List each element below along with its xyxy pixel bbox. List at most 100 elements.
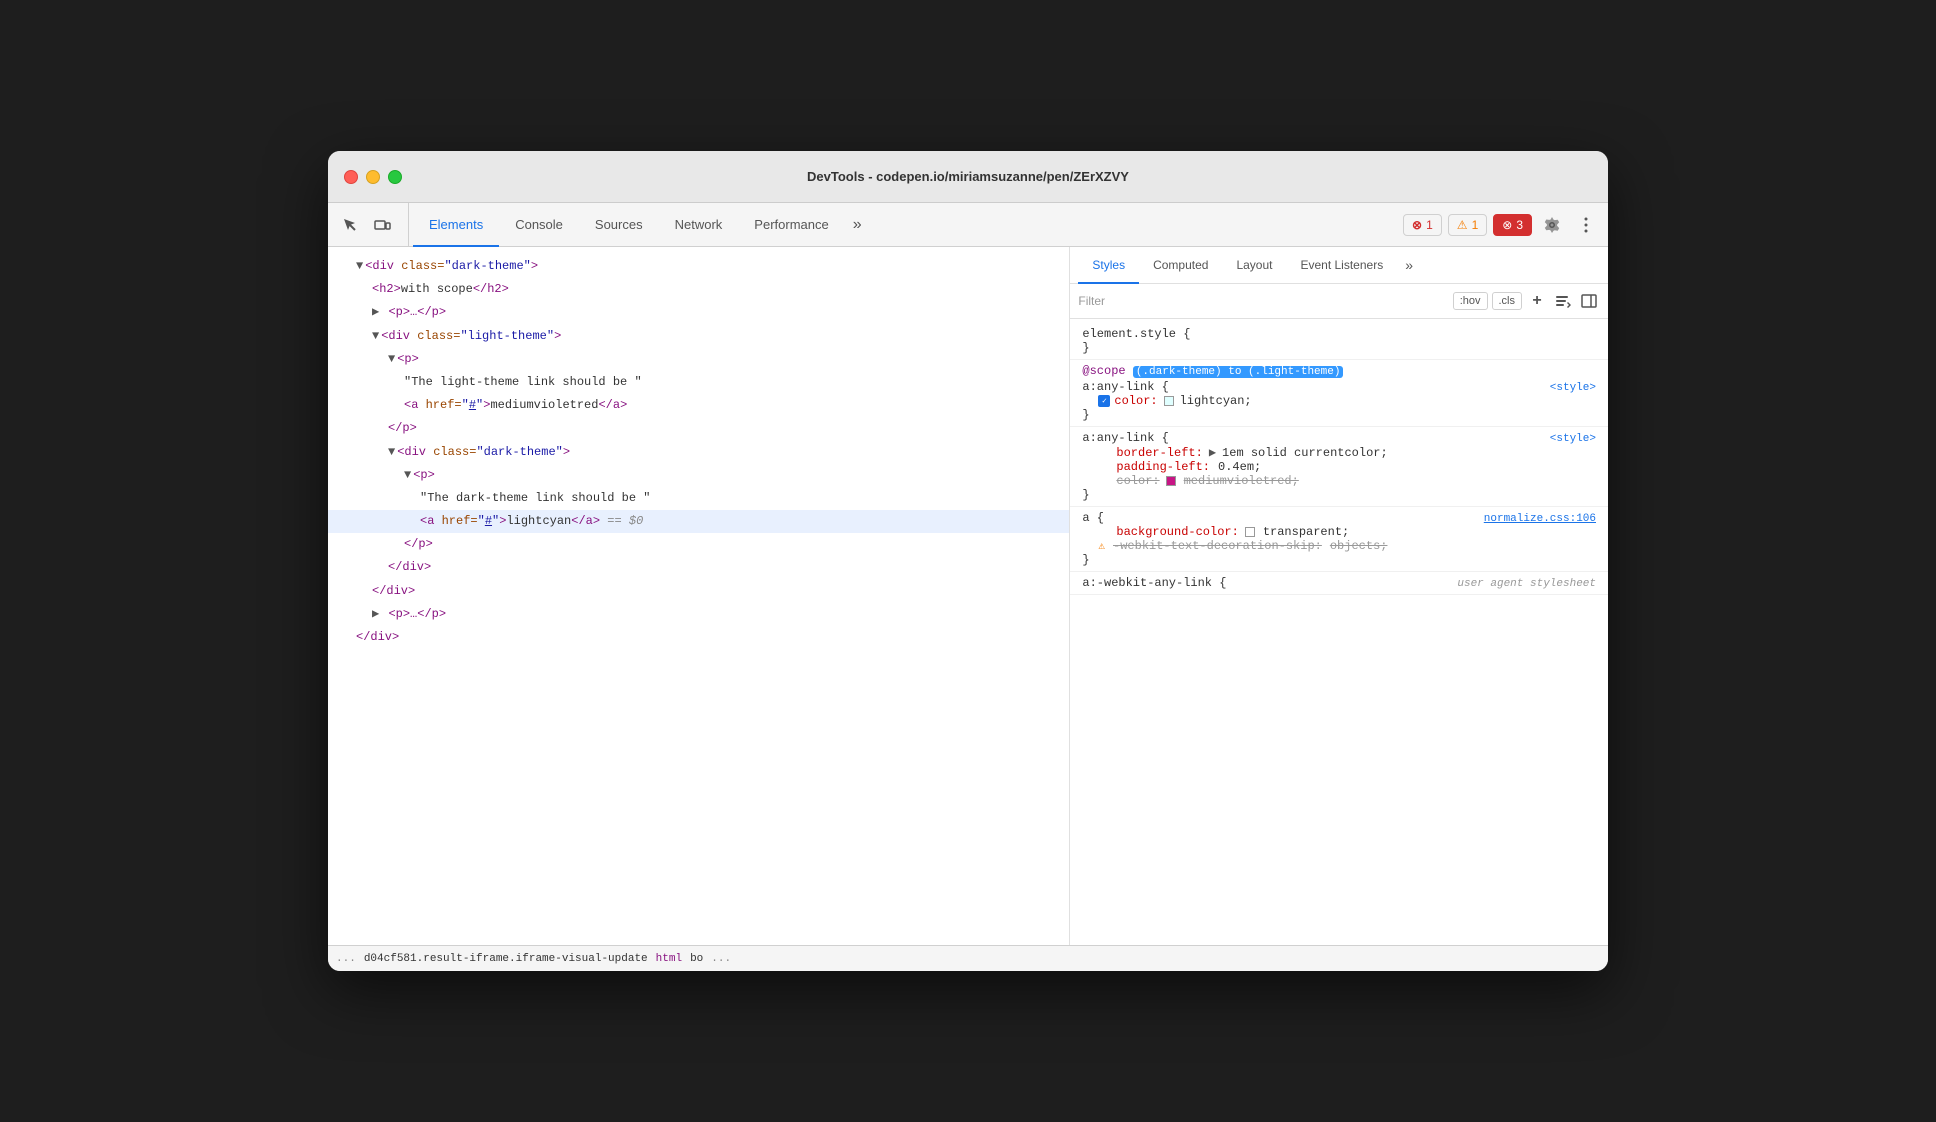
- warn-icon: ⚠: [1098, 539, 1105, 553]
- dom-line: </div>: [328, 626, 1069, 649]
- toolbar-icon-group: [336, 203, 409, 246]
- css-block-any-link: a:any-link { <style> border-left: ▶ 1em …: [1070, 427, 1608, 507]
- property-checkbox[interactable]: ✓: [1098, 395, 1110, 407]
- bottom-bar: ... d04cf581.result-iframe.iframe-visual…: [328, 945, 1608, 971]
- triangle-icon[interactable]: ▼: [372, 327, 379, 346]
- main-tabs: Elements Console Sources Network Perform…: [413, 203, 870, 246]
- filter-buttons: :hov .cls +: [1453, 290, 1600, 312]
- dom-line: <a href="#">mediumvioletred</a>: [328, 394, 1069, 417]
- tab-sources[interactable]: Sources: [579, 204, 659, 247]
- issues-badge[interactable]: ⊗ 3: [1493, 214, 1532, 236]
- inspect-element-button[interactable]: [336, 211, 364, 239]
- maximize-button[interactable]: [388, 170, 402, 184]
- dom-line: "The light-theme link should be ": [328, 371, 1069, 394]
- user-agent-label: user agent stylesheet: [1457, 578, 1596, 590]
- css-property-line: ✓ color: lightcyan;: [1082, 394, 1596, 408]
- styles-tabs: Styles Computed Layout Event Listeners »: [1070, 247, 1608, 284]
- breadcrumb-dots: ...: [336, 953, 356, 965]
- color-swatch[interactable]: [1166, 476, 1176, 486]
- styles-tab-computed[interactable]: Computed: [1139, 248, 1222, 284]
- dom-line: </p>: [328, 417, 1069, 440]
- styles-tab-styles[interactable]: Styles: [1078, 248, 1139, 284]
- css-selector: a:-webkit-any-link { user agent styleshe…: [1082, 576, 1596, 590]
- warn-icon: ⚠: [1457, 218, 1468, 232]
- breadcrumb-body[interactable]: bo: [690, 953, 703, 965]
- dom-line: ▼<div class="light-theme">: [328, 325, 1069, 348]
- traffic-lights: [344, 170, 402, 184]
- issues-icon: ⊗: [1502, 218, 1512, 232]
- css-source-link[interactable]: <style>: [1550, 433, 1596, 445]
- css-block-webkit-any-link: a:-webkit-any-link { user agent styleshe…: [1070, 572, 1608, 595]
- main-content: ▼<div class="dark-theme"> <h2>with scope…: [328, 247, 1608, 945]
- error-icon: ⊗: [1412, 218, 1422, 232]
- styles-filter-input[interactable]: [1078, 294, 1444, 308]
- breadcrumb-more[interactable]: ...: [711, 953, 731, 965]
- settings-button[interactable]: [1538, 211, 1566, 239]
- styles-filter-bar: :hov .cls +: [1070, 284, 1608, 319]
- css-source-link[interactable]: <style>: [1550, 382, 1596, 394]
- styles-tab-event-listeners[interactable]: Event Listeners: [1286, 248, 1397, 284]
- css-source-link[interactable]: normalize.css:106: [1484, 513, 1596, 525]
- dom-line: </div>: [328, 580, 1069, 603]
- styles-panel: Styles Computed Layout Event Listeners »…: [1070, 247, 1608, 945]
- css-selector: a:any-link { <style>: [1082, 431, 1596, 445]
- tab-console[interactable]: Console: [499, 204, 579, 247]
- error-badge[interactable]: ⊗ 1: [1403, 214, 1442, 236]
- tab-performance[interactable]: Performance: [738, 204, 844, 247]
- more-options-button[interactable]: [1572, 211, 1600, 239]
- dom-line-selected: <a href="#">lightcyan</a> == $0: [328, 510, 1069, 533]
- hov-filter-button[interactable]: :hov: [1453, 292, 1488, 310]
- dom-line: ▼<p>: [328, 348, 1069, 371]
- title-bar: DevTools - codepen.io/miriamsuzanne/pen/…: [328, 151, 1608, 203]
- color-swatch[interactable]: [1164, 396, 1174, 406]
- window-title: DevTools - codepen.io/miriamsuzanne/pen/…: [807, 169, 1129, 184]
- add-style-button[interactable]: +: [1526, 290, 1548, 312]
- styles-tab-layout[interactable]: Layout: [1222, 248, 1286, 284]
- dom-line: </div>: [328, 556, 1069, 579]
- css-property-line-warn: ⚠ -webkit-text-decoration-skip: objects;: [1082, 539, 1596, 553]
- dom-line: ▶ <p>…</p>: [328, 301, 1069, 324]
- dom-line: ▼<div class="dark-theme">: [328, 441, 1069, 464]
- dom-line: <h2>with scope</h2>: [328, 278, 1069, 301]
- css-selector: a { normalize.css:106: [1082, 511, 1596, 525]
- styles-more-tabs-button[interactable]: »: [1397, 247, 1421, 283]
- device-toolbar-button[interactable]: [368, 211, 396, 239]
- breadcrumb-path[interactable]: d04cf581.result-iframe.iframe-visual-upd…: [364, 953, 648, 965]
- close-button[interactable]: [344, 170, 358, 184]
- dom-panel[interactable]: ▼<div class="dark-theme"> <h2>with scope…: [328, 247, 1070, 945]
- triangle-icon[interactable]: ▶: [372, 605, 386, 624]
- tab-elements[interactable]: Elements: [413, 204, 499, 247]
- css-selector: element.style {: [1082, 327, 1596, 341]
- breadcrumb-html[interactable]: html: [656, 953, 682, 965]
- toolbar-right: ⊗ 1 ⚠ 1 ⊗ 3: [1403, 203, 1600, 246]
- devtools-window: DevTools - codepen.io/miriamsuzanne/pen/…: [328, 151, 1608, 971]
- tab-network[interactable]: Network: [659, 204, 739, 247]
- arrow-icon: ▶: [1209, 445, 1216, 460]
- more-tabs-button[interactable]: »: [845, 203, 870, 246]
- triangle-icon[interactable]: ▼: [356, 257, 363, 276]
- warn-badge[interactable]: ⚠ 1: [1448, 214, 1487, 236]
- css-property-line: padding-left: 0.4em;: [1082, 460, 1596, 474]
- cls-filter-button[interactable]: .cls: [1492, 292, 1523, 310]
- css-property-line: background-color: transparent;: [1082, 525, 1596, 539]
- minimize-button[interactable]: [366, 170, 380, 184]
- force-element-state-button[interactable]: [1552, 290, 1574, 312]
- toolbar: Elements Console Sources Network Perform…: [328, 203, 1608, 247]
- scope-line: @scope (.dark-theme) to (.light-theme): [1082, 364, 1596, 378]
- dom-line: ▼<p>: [328, 464, 1069, 487]
- toggle-sidebar-button[interactable]: [1578, 290, 1600, 312]
- color-swatch[interactable]: [1245, 527, 1255, 537]
- css-property-line-strikethrough: color: mediumvioletred;: [1082, 474, 1596, 488]
- dom-line: ▶ <p>…</p>: [328, 603, 1069, 626]
- dom-line: </p>: [328, 533, 1069, 556]
- css-property-line: border-left: ▶ 1em solid currentcolor;: [1082, 445, 1596, 460]
- dom-line: "The dark-theme link should be ": [328, 487, 1069, 510]
- dom-line: ▼<div class="dark-theme">: [328, 255, 1069, 278]
- css-block-element-style: element.style { }: [1070, 323, 1608, 360]
- scope-highlight: (.dark-theme) to (.light-theme): [1133, 366, 1344, 378]
- triangle-icon[interactable]: ▼: [388, 443, 395, 462]
- css-content: element.style { } @scope (.dark-theme) t…: [1070, 319, 1608, 599]
- triangle-icon[interactable]: ▼: [404, 466, 411, 485]
- triangle-icon[interactable]: ▼: [388, 350, 395, 369]
- triangle-icon[interactable]: ▶: [372, 303, 386, 322]
